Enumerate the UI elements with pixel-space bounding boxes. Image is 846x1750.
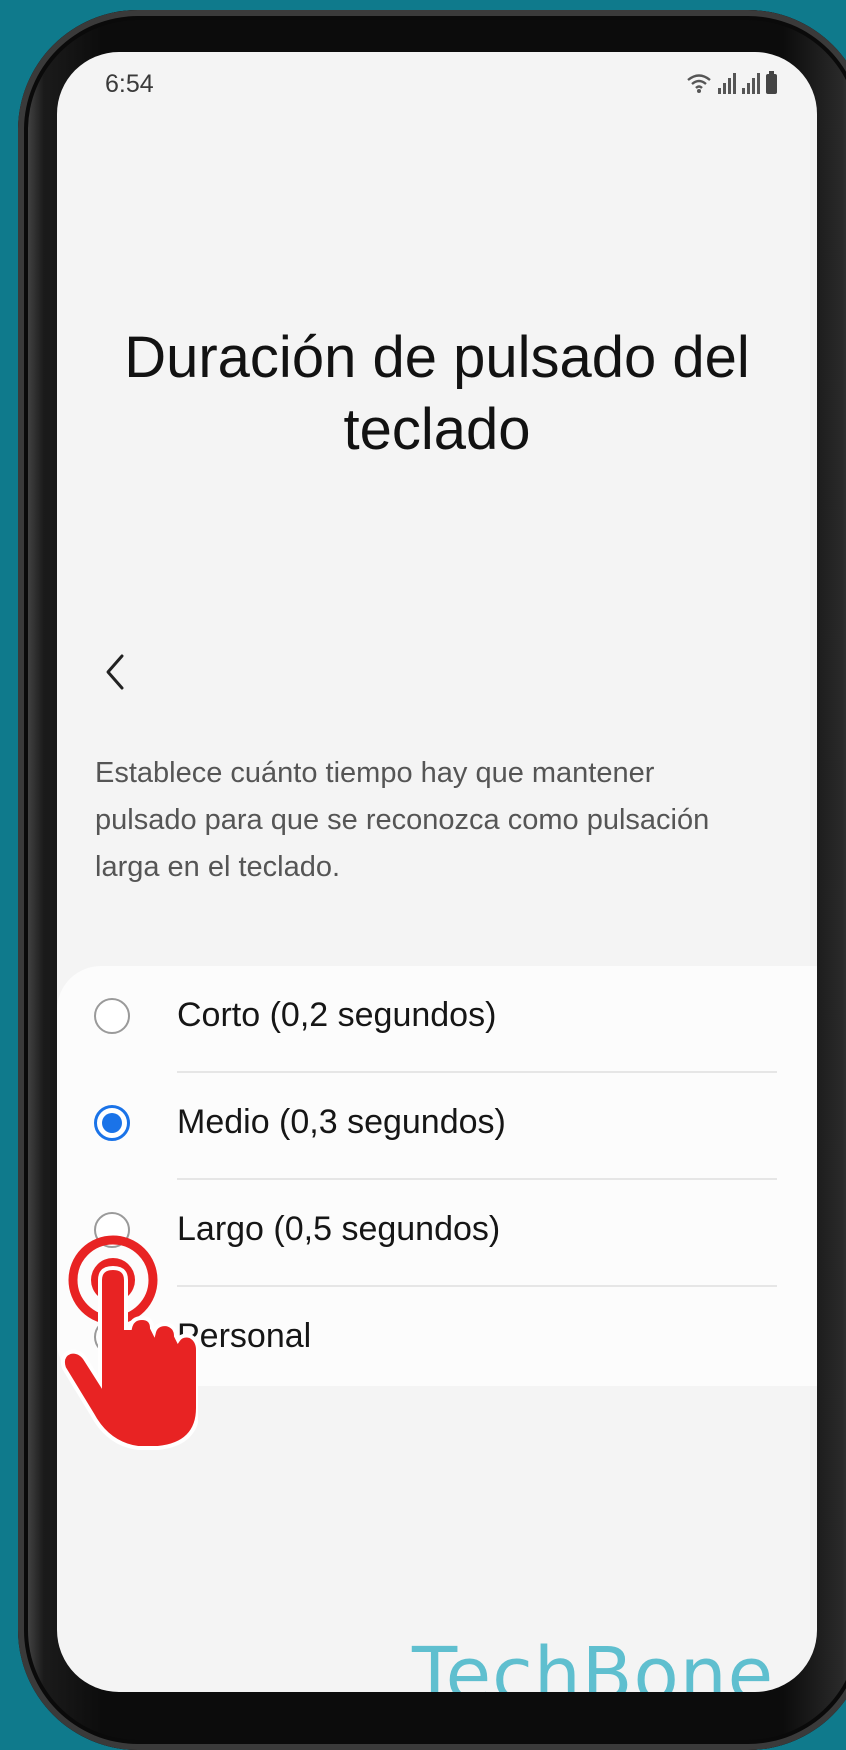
signal-icon	[718, 72, 736, 94]
wifi-icon	[687, 74, 711, 93]
description-text: Establece cuánto tiempo hay que mantener…	[95, 757, 710, 883]
option-label: Corto (0,2 segundos)	[177, 996, 497, 1034]
tap-hand-icon	[60, 1235, 198, 1450]
back-button[interactable]	[85, 642, 145, 702]
watermark: TechBone	[412, 1632, 775, 1692]
chevron-left-icon	[106, 654, 124, 690]
battery-icon	[766, 71, 777, 94]
status-bar: 6:54	[57, 52, 817, 122]
status-time: 6:54	[105, 70, 154, 98]
option-label: Largo (0,5 segundos)	[177, 1210, 501, 1248]
signal-icon	[742, 72, 760, 94]
status-icons	[686, 71, 777, 94]
radio-button[interactable]	[94, 998, 130, 1034]
option-medio[interactable]: Medio (0,3 segundos)	[57, 1073, 817, 1180]
option-corto[interactable]: Corto (0,2 segundos)	[57, 966, 817, 1073]
option-label: Medio (0,3 segundos)	[177, 1103, 506, 1141]
page-title: Duración de pulsado del teclado	[124, 325, 750, 462]
radio-button-selected[interactable]	[94, 1105, 130, 1141]
